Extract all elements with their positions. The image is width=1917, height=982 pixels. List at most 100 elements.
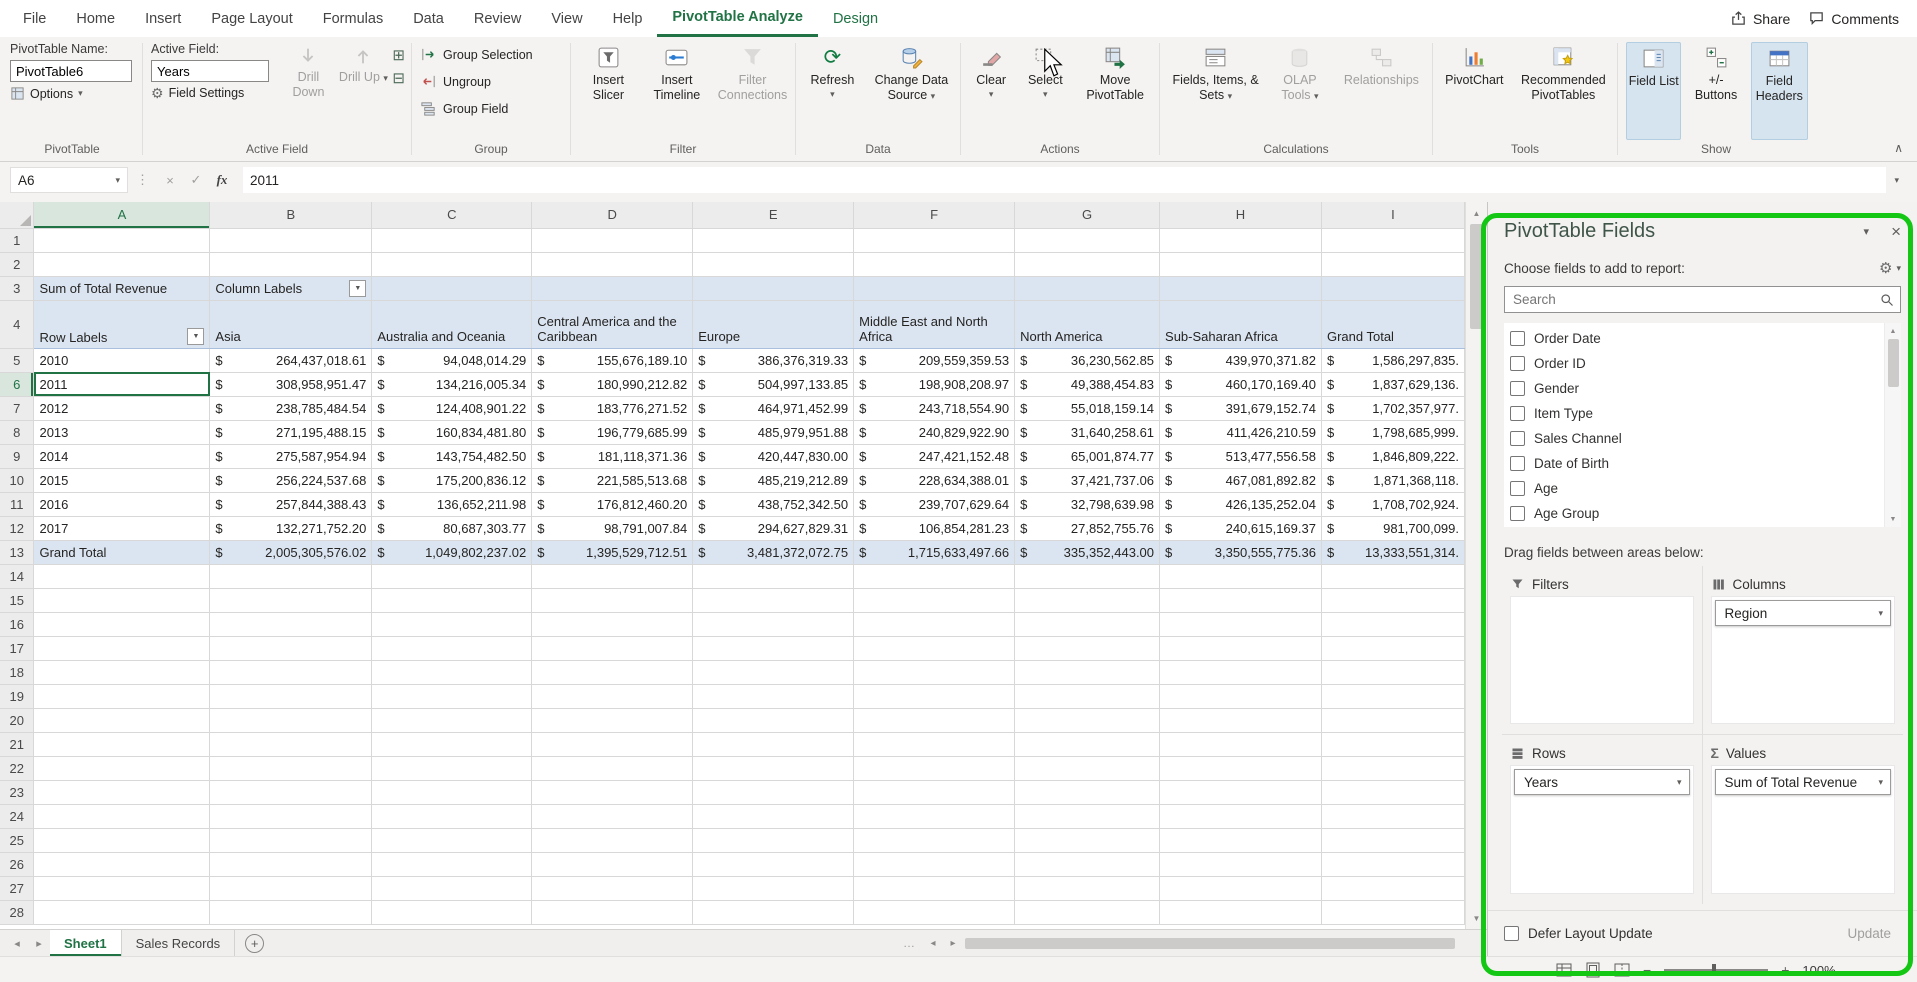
row-header-14[interactable]: 14 <box>0 564 34 588</box>
cell-I22[interactable] <box>1321 756 1464 780</box>
cell-H12[interactable]: $240,615,169.37 <box>1160 516 1322 540</box>
cell-G17[interactable] <box>1015 636 1160 660</box>
cell-D3[interactable] <box>532 276 693 300</box>
cell-B17[interactable] <box>210 636 372 660</box>
column-header-G[interactable]: G <box>1015 202 1160 228</box>
cell-C12[interactable]: $80,687,303.77 <box>372 516 532 540</box>
cell-D27[interactable] <box>532 876 693 900</box>
cell-G5[interactable]: $36,230,562.85 <box>1015 348 1160 372</box>
cell-E7[interactable]: $464,971,452.99 <box>693 396 854 420</box>
cell-A1[interactable] <box>34 228 210 252</box>
cell-I18[interactable] <box>1321 660 1464 684</box>
cell-I9[interactable]: $1,846,809,222. <box>1321 444 1464 468</box>
cell-I21[interactable] <box>1321 732 1464 756</box>
cell-F8[interactable]: $240,829,922.90 <box>854 420 1015 444</box>
cell-C13[interactable]: $1,049,802,237.02 <box>372 540 532 564</box>
field-checkbox[interactable] <box>1510 506 1525 521</box>
cell-C25[interactable] <box>372 828 532 852</box>
cell-H22[interactable] <box>1160 756 1322 780</box>
cell-I19[interactable] <box>1321 684 1464 708</box>
field-checkbox[interactable] <box>1510 481 1525 496</box>
cell-E20[interactable] <box>693 708 854 732</box>
fields-list-scrollbar[interactable]: ▲ ▼ <box>1884 323 1901 527</box>
scroll-up-button[interactable]: ▲ <box>1466 202 1487 224</box>
cell-C1[interactable] <box>372 228 532 252</box>
cell-G2[interactable] <box>1015 252 1160 276</box>
cell-B20[interactable] <box>210 708 372 732</box>
row-header-2[interactable]: 2 <box>0 252 34 276</box>
ribbon-tab-file[interactable]: File <box>8 0 61 37</box>
cell-A25[interactable] <box>34 828 210 852</box>
row-header-1[interactable]: 1 <box>0 228 34 252</box>
scroll-down-button[interactable]: ▼ <box>1890 511 1897 527</box>
scrollbar-splitter[interactable]: … <box>895 936 923 950</box>
cell-H1[interactable] <box>1160 228 1322 252</box>
cell-G13[interactable]: $335,352,443.00 <box>1015 540 1160 564</box>
field-item-order-id[interactable]: Order ID <box>1504 351 1884 376</box>
field-headers-button[interactable]: Field Headers <box>1751 42 1808 140</box>
field-list-button[interactable]: Field List <box>1626 42 1681 140</box>
cell-A15[interactable] <box>34 588 210 612</box>
cell-C21[interactable] <box>372 732 532 756</box>
cell-B14[interactable] <box>210 564 372 588</box>
cell-F26[interactable] <box>854 852 1015 876</box>
row-header-20[interactable]: 20 <box>0 708 34 732</box>
row-header-21[interactable]: 21 <box>0 732 34 756</box>
cell-F10[interactable]: $228,634,388.01 <box>854 468 1015 492</box>
cell-E18[interactable] <box>693 660 854 684</box>
row-header-22[interactable]: 22 <box>0 756 34 780</box>
cell-E12[interactable]: $294,627,829.31 <box>693 516 854 540</box>
cell-G15[interactable] <box>1015 588 1160 612</box>
vertical-scrollbar[interactable]: ▲ ▼ <box>1465 202 1487 929</box>
cell-D17[interactable] <box>532 636 693 660</box>
ribbon-tab-formulas[interactable]: Formulas <box>308 0 398 37</box>
cell-H18[interactable] <box>1160 660 1322 684</box>
insert-slicer-button[interactable]: Insert Slicer <box>579 42 638 140</box>
cell-D16[interactable] <box>532 612 693 636</box>
field-item-gender[interactable]: Gender <box>1504 376 1884 401</box>
cell-H5[interactable]: $439,970,371.82 <box>1160 348 1322 372</box>
cell-E17[interactable] <box>693 636 854 660</box>
olap-tools-button[interactable]: OLAP Tools ▾ <box>1271 42 1329 140</box>
row-header-11[interactable]: 11 <box>0 492 34 516</box>
cell-I3[interactable] <box>1321 276 1464 300</box>
cell-C16[interactable] <box>372 612 532 636</box>
cell-F28[interactable] <box>854 900 1015 924</box>
cell-B26[interactable] <box>210 852 372 876</box>
collapse-field-button[interactable]: ⊟ <box>392 71 405 86</box>
row-header-16[interactable]: 16 <box>0 612 34 636</box>
cell-G4[interactable]: North America <box>1015 300 1160 348</box>
cell-H23[interactable] <box>1160 780 1322 804</box>
cell-C10[interactable]: $175,200,836.12 <box>372 468 532 492</box>
cell-E10[interactable]: $485,219,212.89 <box>693 468 854 492</box>
cell-B10[interactable]: $256,224,537.68 <box>210 468 372 492</box>
cell-F20[interactable] <box>854 708 1015 732</box>
cell-F2[interactable] <box>854 252 1015 276</box>
cell-H13[interactable]: $3,350,555,775.36 <box>1160 540 1322 564</box>
insert-function-button[interactable]: fx <box>209 172 235 188</box>
cell-B28[interactable] <box>210 900 372 924</box>
row-header-5[interactable]: 5 <box>0 348 34 372</box>
field-checkbox[interactable] <box>1510 431 1525 446</box>
cell-H27[interactable] <box>1160 876 1322 900</box>
cell-I27[interactable] <box>1321 876 1464 900</box>
relationships-button[interactable]: Relationships <box>1337 42 1426 140</box>
horizontal-scrollbar-thumb[interactable] <box>965 938 1455 949</box>
cell-E9[interactable]: $420,447,830.00 <box>693 444 854 468</box>
pane-options-chevron-icon[interactable]: ▾ <box>1864 225 1870 238</box>
cell-H8[interactable]: $411,426,210.59 <box>1160 420 1322 444</box>
cell-E13[interactable]: $3,481,372,072.75 <box>693 540 854 564</box>
cell-G16[interactable] <box>1015 612 1160 636</box>
cell-H21[interactable] <box>1160 732 1322 756</box>
cell-A3[interactable]: Sum of Total Revenue <box>34 276 210 300</box>
column-header-H[interactable]: H <box>1160 202 1322 228</box>
cell-A27[interactable] <box>34 876 210 900</box>
cell-I6[interactable]: $1,837,629,136. <box>1321 372 1464 396</box>
row-header-25[interactable]: 25 <box>0 828 34 852</box>
cell-C24[interactable] <box>372 804 532 828</box>
cell-H4[interactable]: Sub-Saharan Africa <box>1160 300 1322 348</box>
cell-A21[interactable] <box>34 732 210 756</box>
cell-F27[interactable] <box>854 876 1015 900</box>
cell-D26[interactable] <box>532 852 693 876</box>
cell-D4[interactable]: Central America and the Caribbean <box>532 300 693 348</box>
